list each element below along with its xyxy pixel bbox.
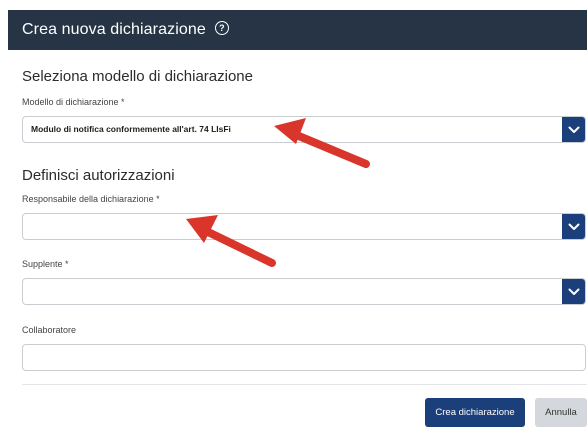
model-select-value: Modulo di notifica conformemente all'art… bbox=[31, 124, 231, 134]
create-declaration-dialog: Crea nuova dichiarazione ? Seleziona mod… bbox=[0, 0, 587, 437]
supplente-field-label: Supplente * bbox=[22, 259, 69, 269]
create-declaration-button[interactable]: Crea dichiarazione bbox=[425, 398, 525, 427]
model-select-chevron-down-icon[interactable] bbox=[562, 117, 585, 142]
responsabile-field-label: Responsabile della dichiarazione * bbox=[22, 194, 160, 204]
collaboratore-field-label: Collaboratore bbox=[22, 325, 77, 335]
collaboratore-input[interactable] bbox=[22, 344, 586, 371]
model-select[interactable]: Modulo di notifica conformemente all'art… bbox=[22, 116, 586, 143]
responsabile-select[interactable] bbox=[22, 213, 586, 240]
model-field-label: Modello di dichiarazione * bbox=[22, 97, 125, 107]
section-title-authorizations: Definisci autorizzazioni bbox=[22, 167, 175, 184]
supplente-select[interactable] bbox=[22, 278, 586, 305]
dialog-header: Crea nuova dichiarazione ? bbox=[8, 10, 587, 50]
footer-divider bbox=[22, 384, 587, 385]
help-icon[interactable]: ? bbox=[214, 21, 229, 35]
cancel-button[interactable]: Annulla bbox=[535, 398, 587, 427]
supplente-select-chevron-down-icon[interactable] bbox=[562, 279, 585, 304]
section-title-model: Seleziona modello di dichiarazione bbox=[22, 68, 253, 85]
responsabile-select-chevron-down-icon[interactable] bbox=[562, 214, 585, 239]
dialog-title: Crea nuova dichiarazione bbox=[22, 21, 206, 38]
